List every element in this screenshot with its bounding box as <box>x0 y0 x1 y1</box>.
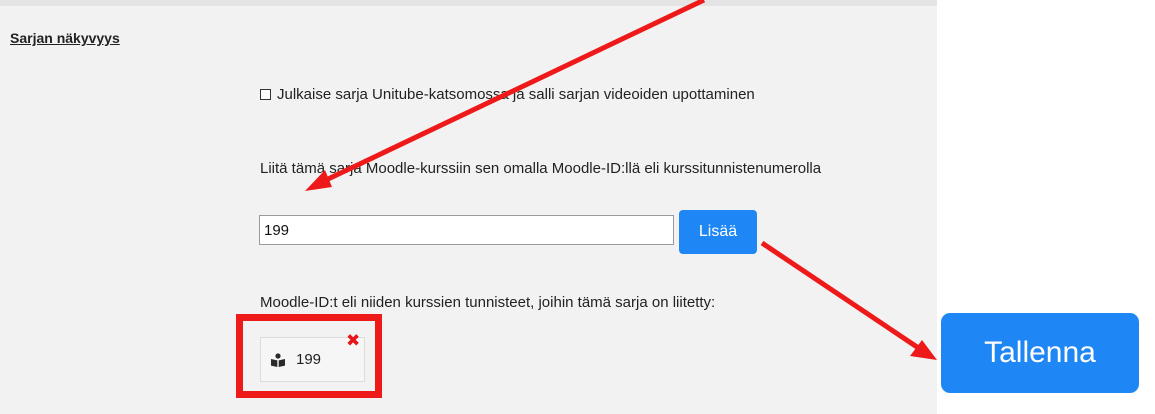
moodle-help-text: Liitä tämä sarja Moodle-kurssiin sen oma… <box>260 160 822 177</box>
publish-label: Julkaise sarja Unitube-katsomossa ja sal… <box>277 86 755 103</box>
add-button[interactable]: Lisää <box>679 210 757 254</box>
highlight-box <box>236 314 382 398</box>
save-button[interactable]: Tallenna <box>941 313 1139 393</box>
section-heading: Sarjan näkyvyys <box>10 30 120 46</box>
moodle-id-input[interactable] <box>259 215 674 245</box>
series-visibility-panel: Sarjan näkyvyys Julkaise sarja Unitube-k… <box>0 0 937 414</box>
publish-option[interactable]: Julkaise sarja Unitube-katsomossa ja sal… <box>260 86 755 103</box>
publish-checkbox[interactable] <box>260 89 271 100</box>
linked-ids-label: Moodle-ID:t eli niiden kurssien tunniste… <box>260 294 716 311</box>
